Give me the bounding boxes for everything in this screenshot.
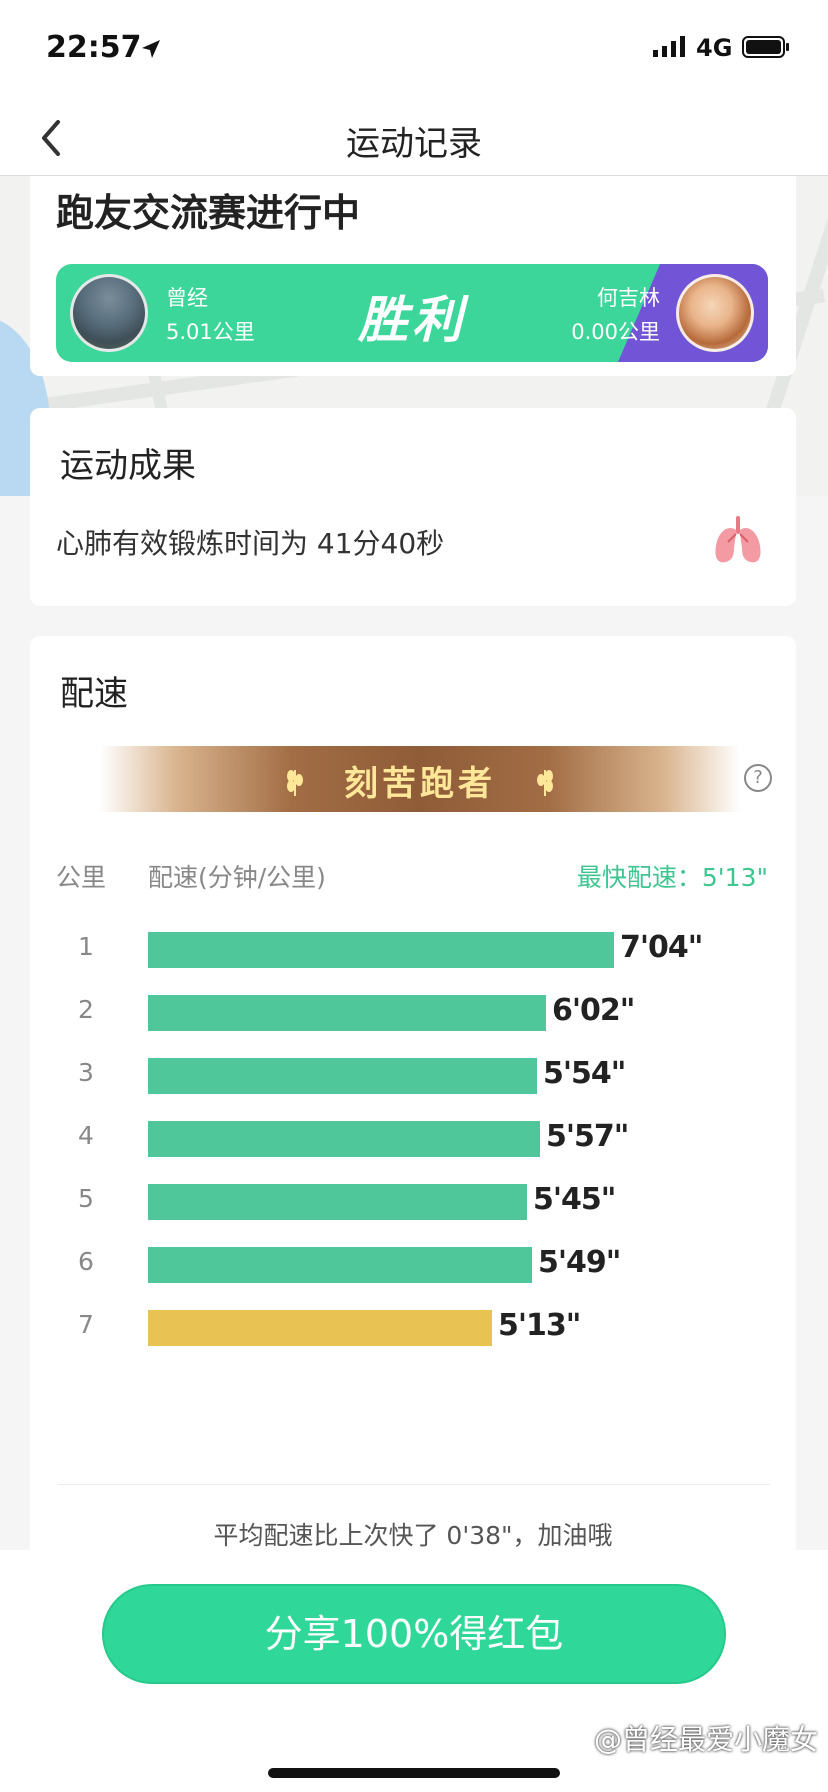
pace-row: 4 5'57" <box>30 1119 796 1159</box>
match-result: 胜利 <box>358 291 466 349</box>
pace-value: 5'57" <box>546 1119 629 1154</box>
pace-row-km: 5 <box>78 1184 94 1213</box>
pace-bar <box>148 1184 527 1220</box>
results-card: 运动成果 心肺有效锻炼时间为 41分40秒 <box>30 408 796 606</box>
help-icon[interactable]: ? <box>744 764 772 792</box>
pace-bar <box>148 932 614 968</box>
pace-row: 1 7'04" <box>30 930 796 970</box>
contest-card: 跑友交流赛进行中 曾经 5.01公里 胜利 何吉林 0.00公里 <box>30 176 796 376</box>
lungs-icon <box>715 516 761 563</box>
results-title: 运动成果 <box>60 446 196 486</box>
pace-value: 6'02" <box>552 993 635 1028</box>
pace-row: 3 5'54" <box>30 1056 796 1096</box>
pace-row-km: 6 <box>78 1247 94 1276</box>
hardworking-runner-badge: 刻苦跑者 <box>100 746 740 812</box>
pace-row-km: 7 <box>78 1310 94 1339</box>
home-indicator <box>268 1768 560 1778</box>
pace-comparison-text: 平均配速比上次快了 0'38"，加油哦 <box>213 1521 613 1550</box>
battery-icon <box>742 36 789 58</box>
pace-value: 5'45" <box>533 1182 616 1217</box>
column-header-km: 公里 <box>56 863 107 892</box>
watermark: @曾经最爱小魔女 <box>593 1723 818 1756</box>
vs-banner[interactable]: 曾经 5.01公里 胜利 何吉林 0.00公里 <box>56 264 768 362</box>
badge-label: 刻苦跑者 <box>344 764 496 804</box>
pace-title: 配速 <box>60 674 128 714</box>
pace-row-km: 4 <box>78 1121 94 1150</box>
pace-card: 配速 刻苦跑者 ? 公里 配速(分钟/公里) 最快配速：5'13" 1 7'04"… <box>30 636 796 1636</box>
status-time: 22:57 <box>46 30 142 65</box>
pace-value: 5'13" <box>498 1308 581 1343</box>
pace-bar <box>148 1058 537 1094</box>
pace-bar <box>148 995 546 1031</box>
opponent-name: 何吉林 <box>597 286 660 310</box>
pace-row: 7 5'13" <box>30 1308 796 1348</box>
fastest-pace: 最快配速：5'13" <box>576 863 768 892</box>
pace-row-km: 2 <box>78 995 94 1024</box>
pace-row: 5 5'45" <box>30 1182 796 1222</box>
pace-row-km: 3 <box>78 1058 94 1087</box>
divider <box>58 1484 770 1485</box>
share-button[interactable]: 分享100%得红包 <box>102 1584 726 1684</box>
pace-bar <box>148 1121 540 1157</box>
opponent-distance: 0.00公里 <box>571 320 660 344</box>
pace-row: 2 6'02" <box>30 993 796 1033</box>
pace-value: 5'54" <box>543 1056 626 1091</box>
pace-row: 6 5'49" <box>30 1245 796 1285</box>
bottom-bar: 分享100%得红包 @曾经最爱小魔女 <box>0 1550 828 1792</box>
status-bar: 22:57 4G <box>0 0 828 100</box>
pace-value: 7'04" <box>620 930 703 965</box>
column-header-pace: 配速(分钟/公里) <box>148 863 326 892</box>
page-title: 运动记录 <box>346 124 482 164</box>
location-arrow-icon <box>142 40 160 58</box>
nav-bar: 运动记录 <box>0 100 828 176</box>
contest-title: 跑友交流赛进行中 <box>56 191 361 235</box>
cardio-time-text: 心肺有效锻炼时间为 41分40秒 <box>56 527 445 560</box>
network-type: 4G <box>696 34 733 62</box>
pace-bar <box>148 1310 492 1346</box>
opponent-avatar[interactable] <box>676 274 754 352</box>
signal-strength-icon <box>653 36 685 57</box>
wheat-icon <box>537 770 553 796</box>
pace-row-km: 1 <box>78 932 94 961</box>
pace-value: 5'49" <box>538 1245 621 1280</box>
pace-bar <box>148 1247 532 1283</box>
